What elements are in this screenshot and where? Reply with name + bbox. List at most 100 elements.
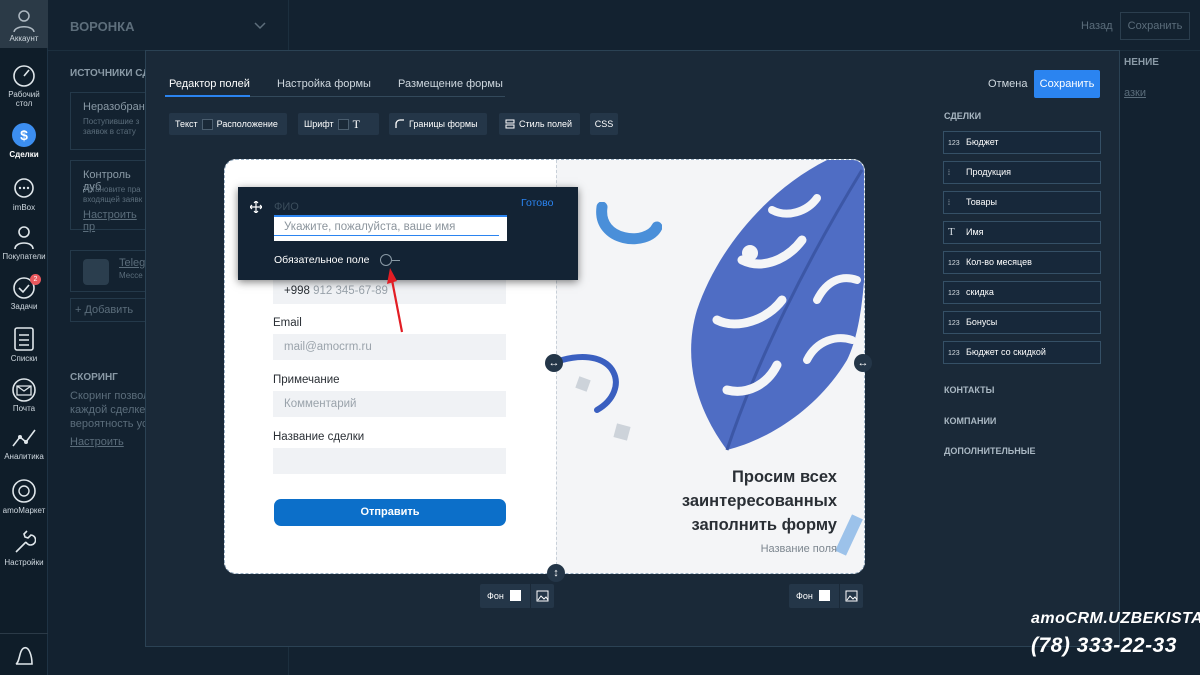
cube-decoration — [613, 423, 631, 441]
tab-form-placement[interactable]: Размещение формы — [398, 78, 503, 90]
pipeline-title[interactable]: ВОРОНКА — [70, 19, 135, 34]
field-item-products[interactable]: ⁞ Продукция — [943, 161, 1101, 184]
chevron-down-icon[interactable] — [254, 20, 266, 30]
required-toggle[interactable] — [380, 254, 400, 266]
email-input[interactable]: mail@amocrm.ru — [273, 334, 506, 360]
account-avatar-icon — [13, 10, 35, 32]
drag-move-icon[interactable] — [250, 201, 262, 213]
font-type-icon[interactable]: T — [353, 113, 360, 135]
left-background-control[interactable]: Фон — [480, 584, 554, 608]
settings-wrench-icon — [15, 530, 36, 553]
sidebar-item-label: amoМаркет — [2, 506, 46, 515]
field-item-goods[interactable]: ⁞ Товары — [943, 191, 1101, 214]
customers-icon — [14, 226, 34, 250]
field-item-budget[interactable]: 123 Бюджет — [943, 131, 1101, 154]
right-column-heading: НЕНИЕ — [1124, 57, 1159, 68]
form-editor-modal: Редактор полей Настройка формы Размещени… — [145, 50, 1120, 647]
css-button[interactable]: CSS — [590, 113, 618, 135]
deals-icon: $ — [12, 123, 36, 147]
note-input[interactable]: Комментарий — [273, 391, 506, 417]
unsorted-title: Неразобранн — [83, 101, 151, 113]
field-item-discounted-budget[interactable]: 123 Бюджет со скидкой — [943, 341, 1101, 364]
tab-form-settings[interactable]: Настройка формы — [277, 78, 371, 90]
field-label-input[interactable]: Укажите, пожалуйста, ваше имя — [274, 215, 507, 241]
image-upload-icon[interactable] — [536, 590, 549, 602]
tab-field-editor[interactable]: Редактор полей — [169, 78, 250, 90]
font-button[interactable]: Шрифт T — [298, 113, 379, 135]
required-label: Обязательное поле — [274, 254, 370, 266]
number-icon: 123 — [948, 320, 960, 327]
sidebar-item-analytics[interactable]: Аналитика — [0, 426, 48, 461]
sidebar-item-label: Задачи — [10, 302, 38, 311]
phone-prefix: +998 — [284, 285, 310, 297]
deal-name-input[interactable] — [273, 448, 506, 474]
image-upload-icon[interactable] — [845, 590, 858, 602]
field-item-discount[interactable]: 123 скидка — [943, 281, 1101, 304]
sidebar-item-label: Рабочий стол — [8, 90, 40, 108]
right-background-control[interactable]: Фон — [789, 584, 863, 608]
form-heading-line: заполнить форму — [691, 516, 837, 534]
sidebar-item-dashboard[interactable]: Рабочий стол — [0, 64, 48, 108]
field-item-name[interactable]: T Имя — [943, 221, 1101, 244]
layout-label[interactable]: Расположение — [217, 113, 278, 135]
cancel-button[interactable]: Отмена — [988, 78, 1027, 90]
field-style-icon — [505, 119, 515, 129]
toggle-track — [392, 260, 400, 261]
scoring-heading: СКОРИНГ — [70, 372, 118, 383]
sidebar-item-deals[interactable]: $ Сделки — [0, 122, 48, 159]
add-source-label: + Добавить — [75, 304, 134, 316]
companies-section-heading[interactable]: КОМПАНИИ — [944, 416, 996, 426]
add-source-button[interactable]: + Добавить — [70, 298, 150, 322]
form-borders-button[interactable]: Границы формы — [389, 113, 487, 135]
field-item-months[interactable]: 123 Кол-во месяцев — [943, 251, 1101, 274]
svg-text:$: $ — [20, 127, 28, 143]
font-label: Шрифт — [304, 119, 334, 129]
resize-vertical-handle[interactable]: ↕ — [547, 564, 565, 582]
submit-button[interactable]: Отправить — [274, 499, 506, 526]
sidebar-item-account[interactable]: Аккаунт — [0, 0, 48, 48]
sidebar-item-tasks[interactable]: 2 Задачи — [0, 274, 48, 311]
left-sidebar: Аккаунт Рабочий стол $ Сделки imBox Поку… — [0, 0, 48, 675]
duplicates-link[interactable]: Настроить пр — [83, 209, 149, 233]
text-color-button[interactable]: Текст Расположение — [169, 113, 287, 135]
back-link[interactable]: Назад — [1081, 20, 1113, 32]
field-name-caption[interactable]: Название поля — [737, 543, 837, 555]
additional-section-heading[interactable]: ДОПОЛНИТЕЛЬНЫЕ — [944, 446, 1036, 456]
save-button[interactable]: Сохранить — [1034, 70, 1100, 98]
done-button[interactable]: Готово — [521, 197, 553, 209]
font-color-swatch — [337, 118, 349, 130]
field-label: Бонусы — [966, 317, 998, 327]
sidebar-bottom[interactable] — [0, 633, 48, 675]
sidebar-item-settings[interactable]: Настройки — [0, 530, 48, 567]
scoring-link[interactable]: Настроить — [70, 436, 124, 448]
blue-ring-decoration — [559, 354, 619, 413]
resize-horizontal-handle-right[interactable]: ↔ — [854, 354, 872, 372]
field-label: Товары — [966, 197, 997, 207]
field-style-label: Стиль полей — [519, 119, 573, 129]
contacts-section-heading[interactable]: КОНТАКТЫ — [944, 385, 994, 395]
field-label: Продукция — [966, 167, 1012, 177]
scoring-desc: вероятность ус — [70, 418, 148, 430]
active-tab-underline — [165, 95, 250, 97]
telegram-card[interactable]: Teleg Мессе — [70, 250, 150, 292]
background-save-button[interactable]: Сохранить — [1120, 12, 1190, 40]
right-column-link[interactable]: азки — [1124, 87, 1146, 99]
telegram-icon — [83, 259, 109, 285]
sidebar-item-imbox[interactable]: imBox — [0, 177, 48, 212]
field-style-button[interactable]: Стиль полей — [499, 113, 580, 135]
number-icon: 123 — [948, 260, 960, 267]
background-color-swatch[interactable] — [510, 590, 521, 601]
duplicates-card[interactable]: Контроль дуб Установите пра входящей зая… — [70, 160, 150, 233]
sidebar-item-lists[interactable]: Списки — [0, 326, 48, 363]
sidebar-item-mail[interactable]: Почта — [0, 378, 48, 413]
deals-section-heading[interactable]: СДЕЛКИ — [944, 111, 981, 121]
background-color-swatch[interactable] — [819, 590, 830, 601]
input-focus-line — [274, 215, 507, 217]
field-edit-popup: ФИО Готово Укажите, пожалуйста, ваше имя… — [238, 187, 578, 280]
field-item-bonuses[interactable]: 123 Бонусы — [943, 311, 1101, 334]
unsorted-card[interactable]: Неразобранн Поступившие з заявок в стату — [70, 92, 151, 150]
resize-horizontal-handle[interactable]: ↔ — [545, 354, 563, 372]
sidebar-item-amomarket[interactable]: amoМаркет — [0, 478, 48, 515]
field-label-placeholder: Укажите, пожалуйста, ваше имя — [284, 221, 456, 233]
sidebar-item-customers[interactable]: Покупатели — [0, 224, 48, 261]
